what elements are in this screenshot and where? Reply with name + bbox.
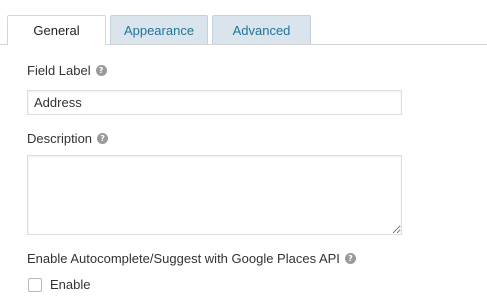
enable-checkbox-label[interactable]: Enable bbox=[50, 277, 90, 292]
help-icon[interactable]: ? bbox=[344, 253, 356, 264]
description-label: Description bbox=[27, 131, 93, 146]
general-settings-panel: Field Label ? Description ? Enable Autoc… bbox=[0, 44, 487, 296]
description-textarea[interactable] bbox=[27, 155, 402, 235]
tab-appearance[interactable]: Appearance bbox=[110, 15, 208, 44]
help-icon[interactable]: ? bbox=[95, 65, 107, 76]
description-heading: Description ? bbox=[27, 131, 109, 146]
tab-general[interactable]: General bbox=[7, 15, 106, 45]
autocomplete-label: Enable Autocomplete/Suggest with Google … bbox=[27, 251, 340, 266]
help-icon[interactable]: ? bbox=[97, 133, 109, 144]
field-label-heading: Field Label ? bbox=[27, 63, 107, 78]
enable-checkbox[interactable] bbox=[28, 278, 42, 292]
tab-advanced[interactable]: Advanced bbox=[212, 15, 311, 44]
tab-bar: General Appearance Advanced bbox=[0, 0, 487, 45]
autocomplete-heading: Enable Autocomplete/Suggest with Google … bbox=[27, 251, 356, 266]
field-label-input[interactable] bbox=[27, 90, 402, 115]
field-label-label: Field Label bbox=[27, 63, 91, 78]
